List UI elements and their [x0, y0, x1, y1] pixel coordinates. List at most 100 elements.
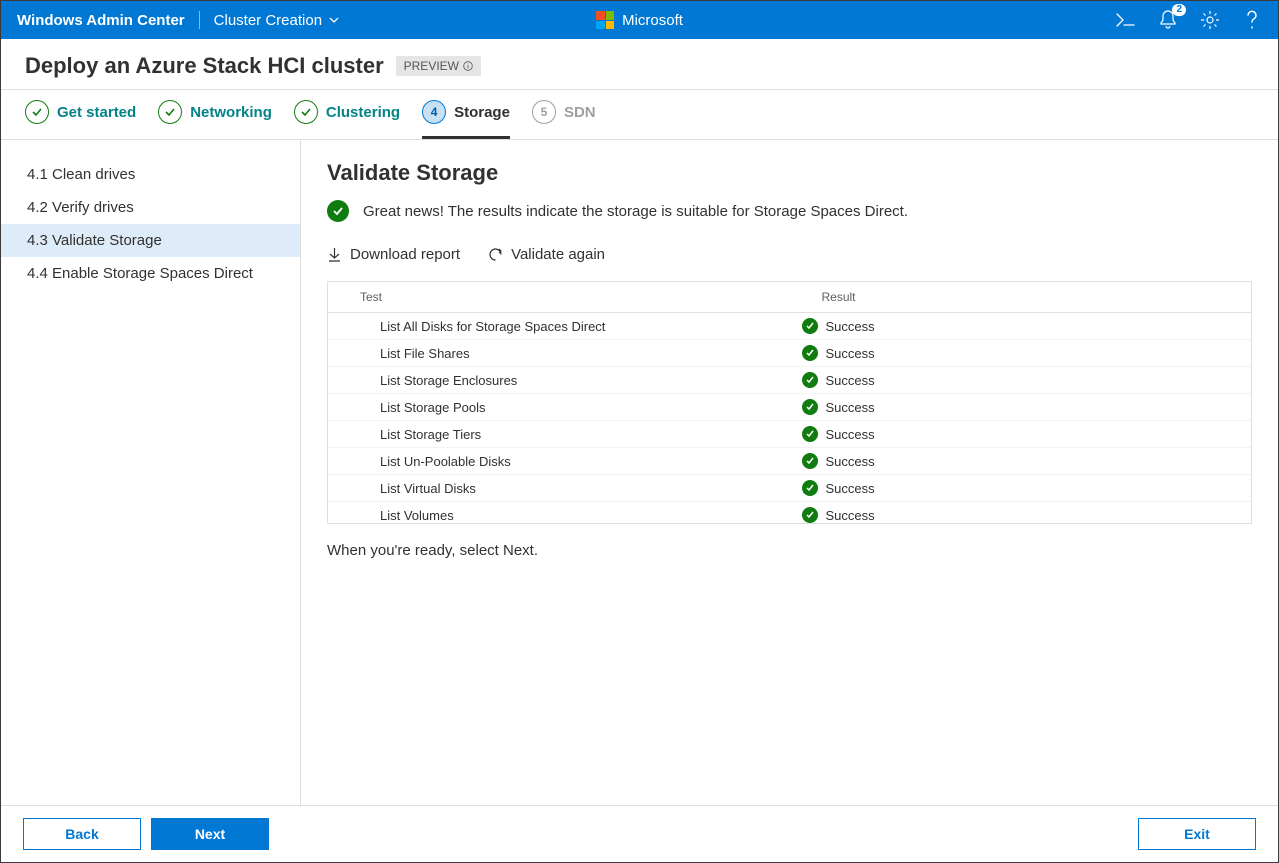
results-table: Test Result List All Disks for Storage S…: [327, 281, 1252, 524]
action-bar: Download report Validate again: [327, 246, 1252, 263]
sidebar-item-clean-drives[interactable]: 4.1 Clean drives: [1, 158, 300, 191]
table-body[interactable]: List All Disks for Storage Spaces Direct…: [328, 313, 1251, 523]
context-dropdown[interactable]: Cluster Creation: [214, 12, 340, 29]
cell-test: List Virtual Disks: [328, 476, 790, 501]
result-text: Success: [826, 508, 875, 523]
result-text: Success: [826, 346, 875, 361]
cell-test: List Storage Pools: [328, 395, 790, 420]
refresh-icon: [488, 247, 503, 262]
top-bar: Windows Admin Center Cluster Creation Mi…: [1, 1, 1278, 39]
success-icon: [802, 372, 818, 388]
success-icon: [802, 318, 818, 334]
notification-badge: 2: [1172, 4, 1186, 16]
col-result: Result: [790, 282, 1252, 312]
status-row: Great news! The results indicate the sto…: [327, 200, 1252, 222]
cell-result: Success: [790, 502, 1252, 523]
table-header: Test Result: [328, 282, 1251, 313]
next-button[interactable]: Next: [151, 818, 269, 850]
cell-result: Success: [790, 421, 1252, 447]
cell-test: List Un-Poolable Disks: [328, 449, 790, 474]
validate-again-button[interactable]: Validate again: [488, 246, 605, 263]
step-storage[interactable]: 4 Storage: [422, 100, 510, 139]
cell-result: Success: [790, 340, 1252, 366]
powershell-icon[interactable]: [1116, 10, 1136, 30]
success-icon: [327, 200, 349, 222]
help-icon[interactable]: [1242, 10, 1262, 30]
cell-result: Success: [790, 394, 1252, 420]
step-label: SDN: [564, 104, 596, 121]
body: 4.1 Clean drives 4.2 Verify drives 4.3 V…: [1, 140, 1278, 805]
step-number: 4: [422, 100, 446, 124]
cell-result: Success: [790, 475, 1252, 501]
download-icon: [327, 247, 342, 263]
download-label: Download report: [350, 246, 460, 263]
wizard-stepper: Get started Networking Clustering 4 Stor…: [1, 90, 1278, 140]
success-icon: [802, 507, 818, 523]
divider: [199, 11, 200, 29]
cell-result: Success: [790, 448, 1252, 474]
footer: Back Next Exit: [1, 805, 1278, 862]
back-button[interactable]: Back: [23, 818, 141, 850]
table-row[interactable]: List Storage Tiers Success: [328, 421, 1251, 448]
step-get-started[interactable]: Get started: [25, 100, 136, 139]
checkmark-icon: [294, 100, 318, 124]
section-heading: Validate Storage: [327, 160, 1252, 186]
info-icon: [463, 61, 473, 71]
cell-test: List Storage Enclosures: [328, 368, 790, 393]
cell-test: List File Shares: [328, 341, 790, 366]
checkmark-icon: [25, 100, 49, 124]
table-row[interactable]: List Virtual Disks Success: [328, 475, 1251, 502]
success-icon: [802, 480, 818, 496]
title-bar: Deploy an Azure Stack HCI cluster PREVIE…: [1, 39, 1278, 90]
hint-text: When you're ready, select Next.: [327, 542, 1252, 559]
microsoft-label: Microsoft: [622, 12, 683, 29]
result-text: Success: [826, 319, 875, 334]
download-report-button[interactable]: Download report: [327, 246, 460, 263]
step-label: Get started: [57, 104, 136, 121]
success-icon: [802, 399, 818, 415]
success-icon: [802, 345, 818, 361]
gear-icon[interactable]: [1200, 10, 1220, 30]
checkmark-icon: [158, 100, 182, 124]
success-icon: [802, 426, 818, 442]
page-title: Deploy an Azure Stack HCI cluster: [25, 53, 384, 79]
main-panel: Validate Storage Great news! The results…: [301, 140, 1278, 805]
microsoft-logo: Microsoft: [596, 11, 683, 29]
preview-badge: PREVIEW: [396, 56, 481, 76]
microsoft-squares-icon: [596, 11, 614, 29]
sidebar-item-verify-drives[interactable]: 4.2 Verify drives: [1, 191, 300, 224]
cell-result: Success: [790, 313, 1252, 339]
cell-test: List Storage Tiers: [328, 422, 790, 447]
cell-test: List All Disks for Storage Spaces Direct: [328, 314, 790, 339]
sidebar: 4.1 Clean drives 4.2 Verify drives 4.3 V…: [1, 140, 301, 805]
step-number: 5: [532, 100, 556, 124]
result-text: Success: [826, 373, 875, 388]
step-label: Clustering: [326, 104, 400, 121]
chevron-down-icon: [328, 14, 340, 26]
step-sdn: 5 SDN: [532, 100, 596, 139]
result-text: Success: [826, 481, 875, 496]
sidebar-item-validate-storage[interactable]: 4.3 Validate Storage: [1, 224, 300, 257]
table-row[interactable]: List All Disks for Storage Spaces Direct…: [328, 313, 1251, 340]
table-row[interactable]: List Un-Poolable Disks Success: [328, 448, 1251, 475]
cell-test: List Volumes: [328, 503, 790, 524]
table-row[interactable]: List Storage Pools Success: [328, 394, 1251, 421]
validate-label: Validate again: [511, 246, 605, 263]
success-icon: [802, 453, 818, 469]
step-clustering[interactable]: Clustering: [294, 100, 400, 139]
table-row[interactable]: List Volumes Success: [328, 502, 1251, 523]
result-text: Success: [826, 400, 875, 415]
context-label: Cluster Creation: [214, 12, 322, 29]
result-text: Success: [826, 454, 875, 469]
col-test: Test: [328, 282, 790, 312]
exit-button[interactable]: Exit: [1138, 818, 1256, 850]
table-row[interactable]: List Storage Enclosures Success: [328, 367, 1251, 394]
step-label: Networking: [190, 104, 272, 121]
result-text: Success: [826, 427, 875, 442]
step-networking[interactable]: Networking: [158, 100, 272, 139]
sidebar-item-enable-s2d[interactable]: 4.4 Enable Storage Spaces Direct: [1, 257, 300, 290]
table-row[interactable]: List File Shares Success: [328, 340, 1251, 367]
brand-label[interactable]: Windows Admin Center: [17, 12, 185, 29]
cell-result: Success: [790, 367, 1252, 393]
notifications-icon[interactable]: 2: [1158, 10, 1178, 30]
